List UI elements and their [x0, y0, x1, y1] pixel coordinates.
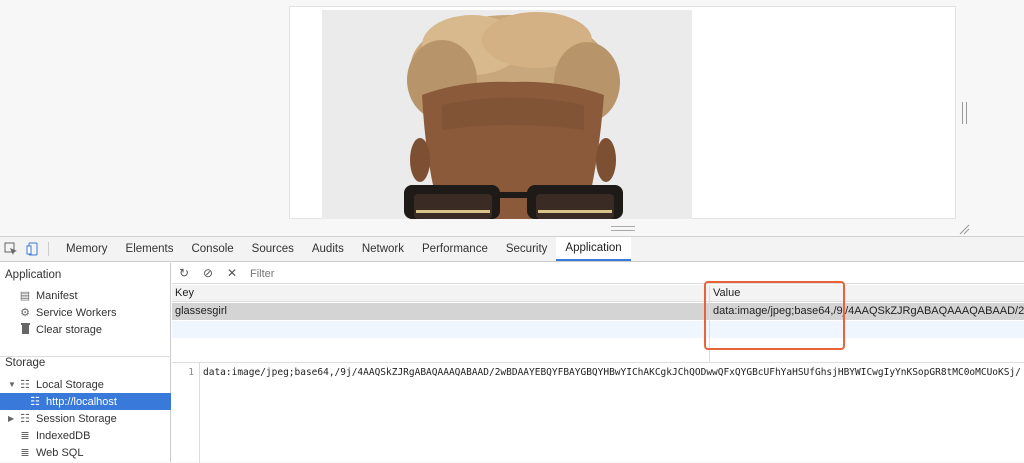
viewport-resize-handle[interactable]	[962, 102, 967, 124]
sidebar-item-label: IndexedDB	[36, 429, 91, 442]
sidebar-item-label: http://localhost	[46, 395, 117, 408]
table-row[interactable]: glassesgirl data:image/jpeg;base64,/9j/4…	[172, 303, 1024, 320]
table-header: Key Value	[172, 285, 1024, 302]
devtools-resize-handle[interactable]	[611, 226, 635, 231]
corner-resize-grip-icon[interactable]	[958, 223, 970, 235]
tab-console[interactable]: Console	[182, 237, 242, 261]
column-header-key[interactable]: Key	[175, 287, 194, 299]
woman-photo-image	[322, 10, 692, 219]
gear-icon: ⚙	[20, 307, 30, 319]
devtools-tabbar: Memory Elements Console Sources Audits N…	[0, 237, 1024, 262]
sidebar-item-label: Session Storage	[36, 412, 117, 425]
line-number-gutter: 1	[172, 363, 200, 463]
tab-network[interactable]: Network	[353, 237, 413, 261]
sidebar-item-localhost[interactable]: ☷ http://localhost	[0, 393, 171, 410]
filter-input[interactable]	[250, 265, 708, 282]
sidebar-item-label: Service Workers	[36, 306, 117, 319]
database-icon: ≣	[20, 430, 30, 442]
grid-icon: ☷	[20, 413, 30, 425]
sidebar-item-label: Manifest	[36, 289, 78, 302]
clear-all-icon[interactable]: ⊘	[196, 266, 220, 280]
sidebar-item-local-storage[interactable]: ▼ ☷ Local Storage	[0, 376, 171, 393]
application-section-title: Application	[5, 269, 62, 281]
tab-memory[interactable]: Memory	[57, 237, 117, 261]
annotation-highlight-box	[704, 281, 845, 350]
chevron-down-icon[interactable]: ▼	[8, 380, 18, 389]
application-sidebar: Application ▤ Manifest ⚙ Service Workers…	[0, 263, 171, 462]
empty-table-row[interactable]	[172, 321, 1024, 338]
refresh-icon[interactable]: ↻	[172, 266, 196, 280]
page-viewport	[0, 0, 1024, 236]
delete-selected-icon[interactable]: ✕	[220, 266, 244, 280]
tab-audits[interactable]: Audits	[303, 237, 353, 261]
tab-separator	[48, 242, 49, 256]
grid-icon: ☷	[30, 396, 40, 408]
tab-performance[interactable]: Performance	[413, 237, 497, 261]
tab-application[interactable]: Application	[556, 237, 631, 261]
tab-elements[interactable]: Elements	[117, 237, 183, 261]
grid-icon: ☷	[20, 379, 30, 391]
sidebar-item-label: Local Storage	[36, 378, 104, 391]
row-key[interactable]: glassesgirl	[175, 305, 227, 317]
sidebar-item-indexeddb[interactable]: ≣ IndexedDB	[0, 427, 171, 444]
storage-main-panel: ↻ ⊘ ✕ Key Value glassesgirl data:image/j…	[172, 263, 1024, 463]
sidebar-item-manifest[interactable]: ▤ Manifest	[0, 287, 171, 304]
tab-security[interactable]: Security	[497, 237, 557, 261]
sidebar-item-websql[interactable]: ≣ Web SQL	[0, 444, 171, 461]
page-frame	[289, 6, 967, 219]
document-icon: ▤	[19, 290, 31, 302]
value-preview-pane: 1 data:image/jpeg;base64,/9j/4AAQSkZJRgA…	[172, 362, 1024, 463]
sidebar-item-clear-storage[interactable]: Clear storage	[0, 321, 171, 338]
sidebar-item-label: Web SQL	[36, 446, 84, 459]
tab-sources[interactable]: Sources	[243, 237, 303, 261]
sidebar-item-session-storage[interactable]: ▶ ☷ Session Storage	[0, 410, 171, 427]
storage-section-title: Storage	[5, 357, 46, 369]
chevron-right-icon[interactable]: ▶	[8, 414, 18, 423]
value-preview-text[interactable]: data:image/jpeg;base64,/9j/4AAQSkZJRgABA…	[203, 367, 1024, 378]
devtools-panel: Memory Elements Console Sources Audits N…	[0, 236, 1024, 463]
device-toolbar-icon[interactable]	[22, 237, 44, 261]
database-icon: ≣	[20, 447, 30, 459]
sidebar-item-service-workers[interactable]: ⚙ Service Workers	[0, 304, 171, 321]
trash-icon	[18, 322, 32, 337]
inspect-element-icon[interactable]	[0, 237, 22, 261]
sidebar-item-label: Clear storage	[36, 323, 103, 336]
storage-toolbar: ↻ ⊘ ✕	[172, 263, 1024, 284]
